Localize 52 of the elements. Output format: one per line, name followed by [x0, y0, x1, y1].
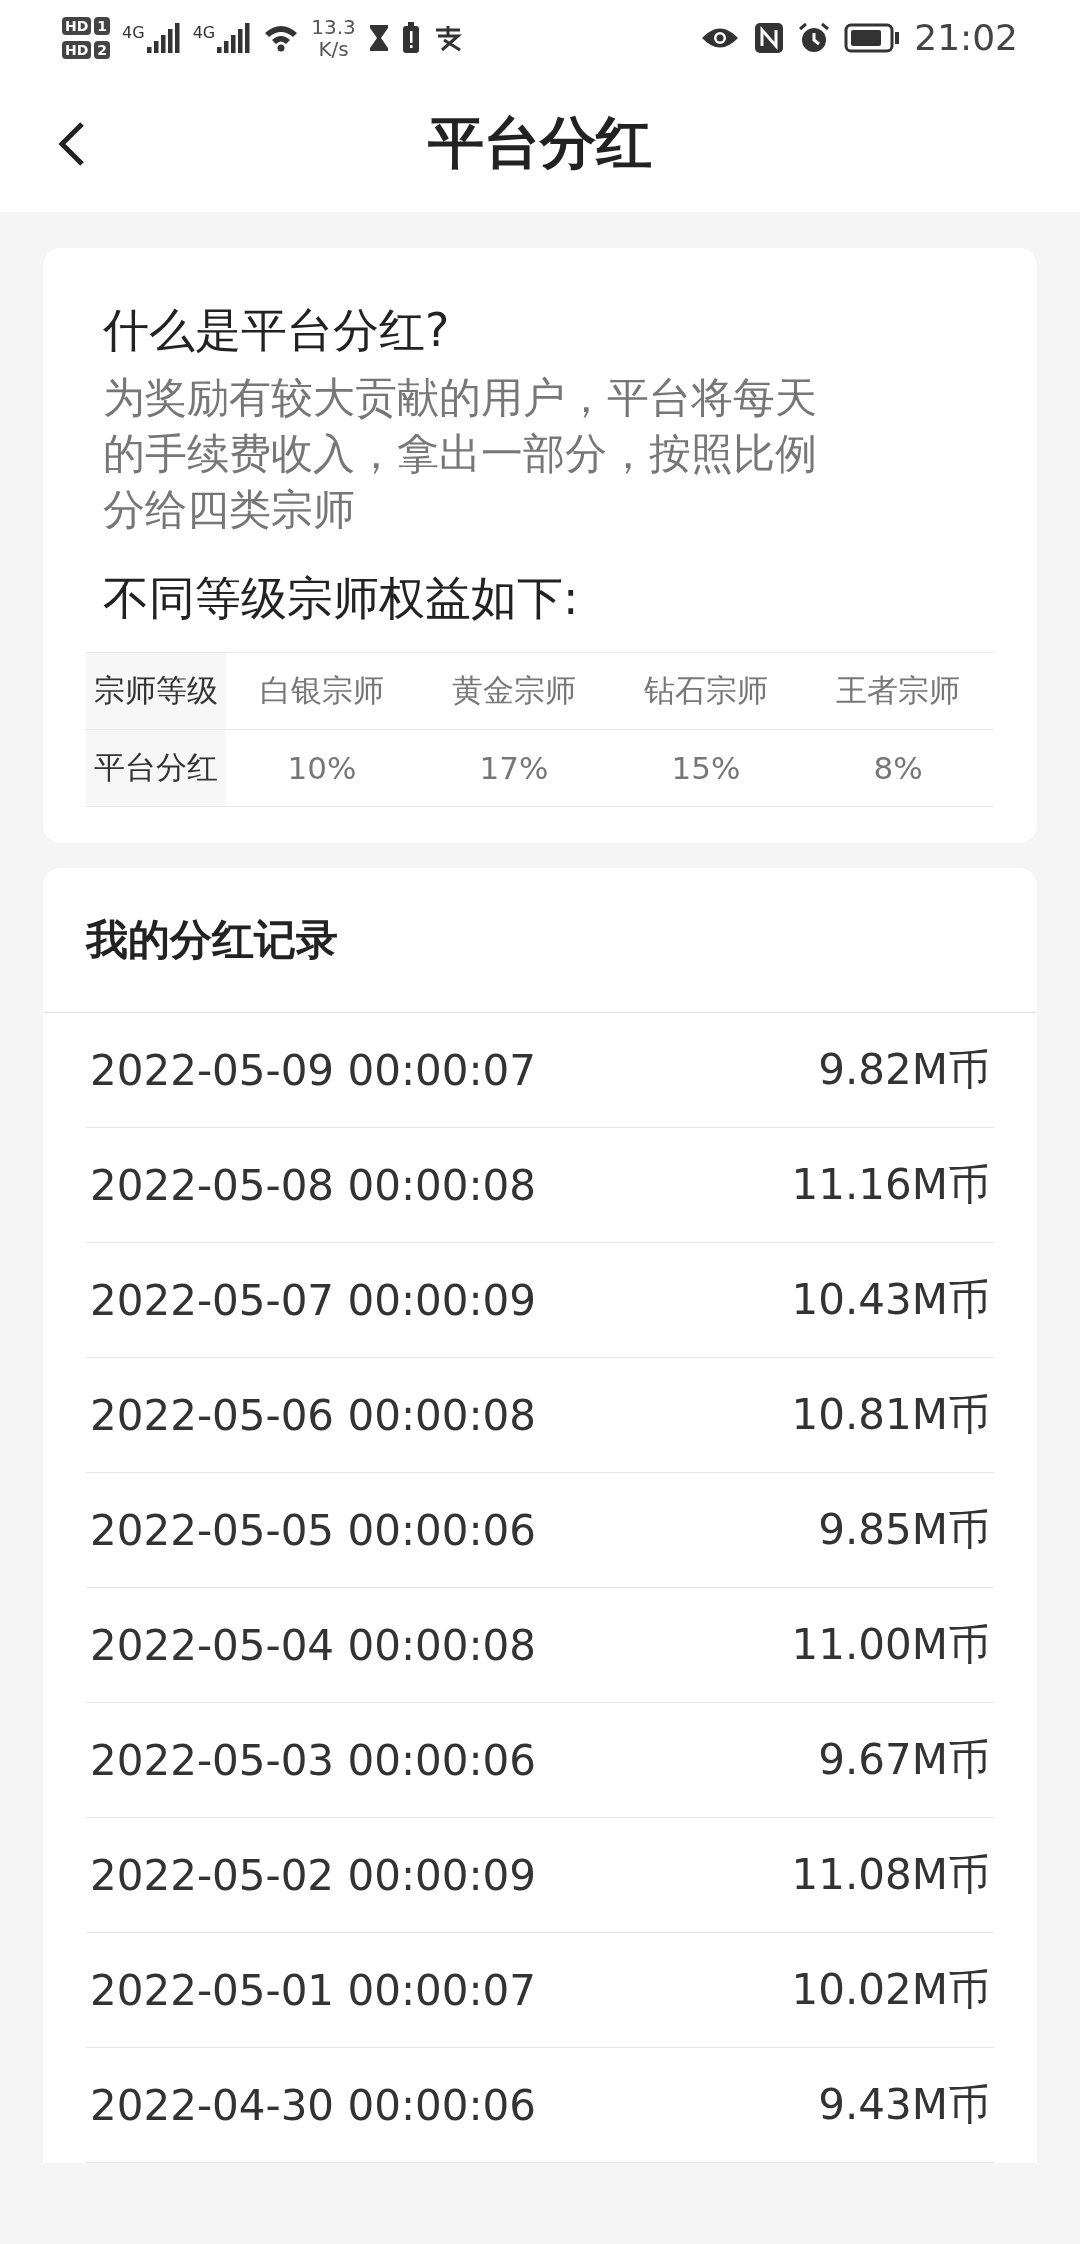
section-title: 我的分红记录: [86, 914, 338, 966]
sim-badge: HD: [62, 16, 92, 35]
table-cell: 10%: [226, 729, 418, 807]
record-amount: 10.81M币: [791, 1389, 990, 1441]
table-cell: 白银宗师: [226, 652, 418, 730]
speed-unit: K/s: [318, 37, 349, 60]
signal-icon: [146, 22, 181, 53]
record-time: 2022-05-04 00:00:08: [90, 1620, 537, 1670]
row-header: 平台分红: [86, 729, 226, 807]
table-cell: 15%: [610, 729, 802, 807]
record-time: 2022-05-03 00:00:06: [90, 1735, 537, 1785]
question-heading: 什么是平台分红?: [102, 302, 451, 359]
nfc-icon: [754, 21, 785, 54]
page-title: 平台分红: [428, 108, 652, 177]
alarm-icon: [798, 21, 831, 54]
table-cell: 8%: [802, 729, 994, 807]
description: 为奖励有较大贡献的用户，平台将每天的手续费收入，拿出一部分，按照比例分给四类宗师: [102, 372, 818, 536]
battery-icon: [844, 22, 901, 53]
record-amount: 9.85M币: [818, 1504, 990, 1556]
record-time: 2022-05-08 00:00:08: [90, 1160, 537, 1210]
record-time: 2022-05-06 00:00:08: [90, 1390, 537, 1440]
network-type: 4G: [192, 22, 216, 42]
record-amount: 9.43M币: [818, 2079, 990, 2131]
table-cell: 钻石宗师: [610, 652, 802, 730]
clock: 21:02: [914, 17, 1018, 58]
record-amount: 10.43M币: [791, 1274, 990, 1326]
network-speed: 13.3: [311, 15, 356, 38]
row-header: 宗师等级: [86, 652, 226, 730]
record-amount: 11.00M币: [791, 1619, 990, 1671]
network-type: 4G: [122, 22, 145, 42]
sim-slot: 2: [94, 40, 111, 59]
benefits-heading: 不同等级宗师权益如下:: [102, 570, 580, 627]
hourglass-icon: [367, 22, 390, 53]
record-time: 2022-04-30 00:00:06: [90, 2080, 537, 2130]
record-time: 2022-05-01 00:00:07: [90, 1965, 537, 2015]
battery-alert-icon: [401, 21, 420, 54]
record-amount: 9.67M币: [818, 1734, 990, 1786]
record-amount: 11.16M币: [791, 1159, 990, 1211]
record-time: 2022-05-05 00:00:06: [90, 1505, 537, 1555]
signal-icon: [217, 22, 252, 53]
sim-slot: 1: [94, 16, 111, 35]
record-time: 2022-05-09 00:00:07: [90, 1045, 537, 1095]
record-amount: 10.02M币: [791, 1964, 990, 2016]
record-amount: 9.82M币: [818, 1044, 990, 1096]
record-time: 2022-05-07 00:00:09: [90, 1275, 537, 1325]
table-cell: 黄金宗师: [418, 652, 610, 730]
table-cell: 17%: [418, 729, 610, 807]
record-time: 2022-05-02 00:00:09: [90, 1850, 537, 1900]
back-icon: [56, 119, 86, 168]
sim-badge: HD: [62, 40, 92, 59]
record-amount: 11.08M币: [791, 1849, 990, 1901]
table-cell: 王者宗师: [802, 652, 994, 730]
